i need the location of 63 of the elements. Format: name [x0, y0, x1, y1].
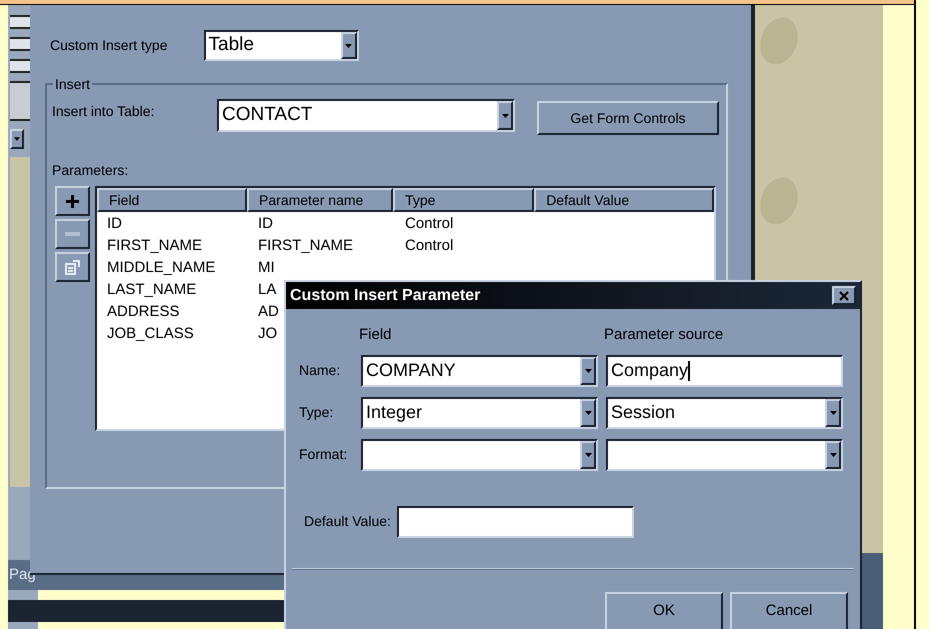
- column-label: Parameter source: [604, 325, 724, 345]
- caret-icon: [502, 114, 508, 118]
- get-form-controls-button[interactable]: Get Form Controls: [537, 101, 719, 135]
- caret-icon: [584, 452, 592, 456]
- dropdown-arrow-button[interactable]: [580, 356, 596, 384]
- dropdown-arrow-button[interactable]: [580, 398, 596, 426]
- field-label: Default Value:: [304, 512, 391, 531]
- caret-icon: [830, 410, 836, 414]
- table-cell: FIRST_NAME: [258, 237, 354, 254]
- caret-icon: [830, 452, 836, 456]
- dropdown-arrow-button[interactable]: [825, 398, 841, 426]
- field-label: Custom Insert type: [50, 36, 168, 55]
- source-input[interactable]: Company: [606, 354, 843, 386]
- column-header[interactable]: Field: [97, 188, 248, 212]
- table-cell: MIDDLE_NAME: [107, 259, 216, 276]
- properties-icon: [65, 260, 80, 274]
- table-cell: LA: [258, 281, 276, 298]
- dropdown-arrow-button[interactable]: [497, 101, 513, 130]
- dropdown-arrow-button[interactable]: [580, 440, 596, 468]
- column-header[interactable]: Default Value: [534, 188, 714, 212]
- table-cell: ID: [258, 215, 273, 232]
- source-dropdown[interactable]: Session: [606, 396, 843, 428]
- dialog-button[interactable]: OK: [605, 592, 723, 629]
- table-cell: Control: [405, 237, 454, 254]
- column-label: Field: [359, 325, 393, 345]
- caret-icon: [584, 368, 592, 372]
- minus-icon: [65, 232, 80, 236]
- field-label: Type:: [299, 403, 334, 422]
- table-cell: LAST_NAME: [107, 281, 196, 298]
- column-header[interactable]: Type: [393, 188, 534, 212]
- column-header[interactable]: Parameter name: [247, 188, 394, 212]
- source-dropdown[interactable]: [606, 438, 843, 470]
- table-cell: MI: [258, 259, 275, 276]
- close-button[interactable]: [832, 286, 856, 305]
- default-value-input[interactable]: [396, 506, 634, 538]
- field-dropdown[interactable]: Integer: [361, 396, 598, 428]
- close-icon: [839, 290, 849, 300]
- dialog-button[interactable]: Cancel: [730, 592, 848, 629]
- dropdown-arrow-button[interactable]: [825, 440, 841, 468]
- table-cell: ID: [107, 215, 122, 232]
- caret-icon: [345, 44, 352, 48]
- plus-icon: [66, 194, 79, 208]
- insert-table-dropdown[interactable]: CONTACT: [217, 99, 515, 132]
- table-cell: FIRST_NAME: [107, 237, 202, 254]
- dropdown-arrow-button[interactable]: [10, 129, 24, 149]
- table-cell: ADDRESS: [107, 303, 180, 320]
- properties-button[interactable]: [55, 252, 90, 282]
- dropdown-arrow-button[interactable]: [340, 32, 356, 59]
- caret-icon: [584, 410, 592, 414]
- table-cell: Control: [405, 215, 454, 232]
- field-label: Format:: [299, 445, 348, 464]
- insert-type-dropdown[interactable]: Table: [204, 30, 358, 61]
- caret-icon: [14, 137, 20, 141]
- field-label: Insert into Table:: [52, 102, 156, 121]
- table-cell: JOB_CLASS: [107, 325, 194, 342]
- table-cell: AD: [258, 303, 279, 320]
- field-label: Parameters:: [52, 161, 130, 180]
- field-label: Name:: [299, 361, 342, 380]
- field-dropdown[interactable]: COMPANY: [361, 354, 598, 386]
- window-title: Custom Insert Parameter: [290, 286, 480, 306]
- table-cell: JO: [258, 325, 278, 342]
- field-dropdown[interactable]: [361, 438, 598, 470]
- add-button[interactable]: [55, 186, 90, 216]
